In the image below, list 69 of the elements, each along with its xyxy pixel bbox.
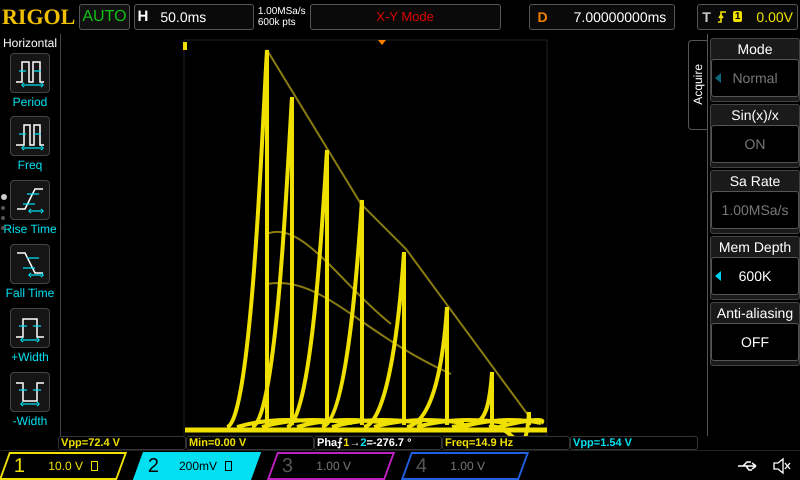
channel-tab[interactable]: 1 10.0 V [0, 452, 128, 480]
channel-number: 3 [282, 454, 294, 478]
channel-number: 4 [416, 454, 428, 478]
menu-item-value: OFF [741, 334, 769, 350]
measure-button[interactable] [10, 52, 50, 93]
channel-tab[interactable]: 3 1.00 V [266, 452, 396, 480]
measure-label: Fall Time [6, 286, 54, 300]
channel-scale: 200mV [178, 458, 218, 473]
measure-label: +Width [11, 350, 49, 364]
bandwidth-icon [91, 460, 98, 471]
channel-tab[interactable]: 4 1.00 V [400, 452, 530, 480]
timebase-label: H [138, 8, 148, 26]
timebase-panel[interactable]: H 50.0ms [134, 4, 254, 30]
page-indicator-dot[interactable] [1, 194, 7, 200]
bandwidth-icon [225, 460, 232, 471]
measurement-readout: Vpp=1.54 V [570, 436, 698, 450]
menu-item-value: Normal [732, 70, 778, 86]
measure-button[interactable] [10, 308, 50, 348]
sample-rate-text: 1.00MSa/s [258, 6, 306, 17]
measurement-readout: Freq=14.9 Hz [442, 436, 570, 450]
speaker-muted-icon [772, 456, 792, 475]
memory-depth-text: 600k pts [258, 16, 297, 28]
sidebar-title: Horizontal [2, 36, 58, 50]
measure-label: Freq [18, 158, 42, 172]
measure-button[interactable] [10, 180, 50, 220]
trigger-source-badge: 1 [732, 11, 742, 22]
menu-item-title: Anti-aliasing [716, 304, 794, 321]
menu-item[interactable]: Anti-aliasing OFF [710, 302, 800, 366]
menu-tab-label: Acquire [691, 64, 705, 105]
menu-item-value: 600K [738, 268, 772, 284]
channel-marker-icon [183, 42, 187, 50]
rising-edge-icon [716, 10, 727, 24]
measure-label: -Width [12, 414, 48, 428]
mode-text: X-Y Mode [376, 9, 434, 24]
delay-panel[interactable]: D 7.00000000ms [528, 4, 676, 30]
channel-scale: 1.00 V [449, 458, 486, 473]
menu-item-title: Sin(x)/x [731, 106, 779, 123]
run-state-badge[interactable]: AUTO [79, 4, 130, 30]
measurement-readout: Pha⨍1→2=-276.7 ° [314, 436, 442, 450]
measurement-readout: Min=0.00 V [186, 436, 314, 450]
measure-button[interactable] [10, 116, 50, 156]
menu-item-title: Mode [737, 40, 773, 57]
trigger-label: T [702, 8, 711, 25]
channel-scale: 10.0 V [47, 458, 84, 473]
measure-button[interactable] [10, 372, 50, 412]
menu-item-value: 1.00MSa/s [722, 202, 788, 218]
timebase-value: 50.0ms [160, 8, 206, 25]
delay-value: 7.00000000ms [574, 8, 666, 25]
page-indicator-dot[interactable] [1, 226, 5, 230]
menu-item[interactable]: Mem Depth 600K [710, 236, 800, 300]
menu-item-title: Mem Depth [718, 238, 792, 255]
menu-item-title: Sa Rate [730, 172, 780, 189]
trigger-level-value: 0.00V [756, 8, 793, 25]
measure-label: Period [12, 94, 48, 109]
menu-item-value: ON [744, 136, 766, 152]
channel-number: 1 [14, 454, 26, 478]
brand-logo: RIGOL [2, 4, 76, 30]
measure-button[interactable] [10, 244, 50, 284]
delay-label: D [538, 8, 548, 25]
channel-tab[interactable]: 2 200mV [132, 452, 262, 480]
channel-scale: 1.00 V [315, 458, 352, 473]
measure-label: Rise Time [3, 222, 57, 236]
measurement-readout: Vpp=72.4 V [58, 436, 186, 450]
trigger-position-icon [378, 40, 386, 45]
menu-tab[interactable]: Acquire [688, 40, 707, 130]
channel-number: 2 [148, 454, 160, 478]
trigger-panel[interactable]: T 1 0.00V [697, 4, 798, 30]
page-indicator-dot[interactable] [1, 206, 5, 210]
page-indicator-dot[interactable] [1, 216, 5, 220]
